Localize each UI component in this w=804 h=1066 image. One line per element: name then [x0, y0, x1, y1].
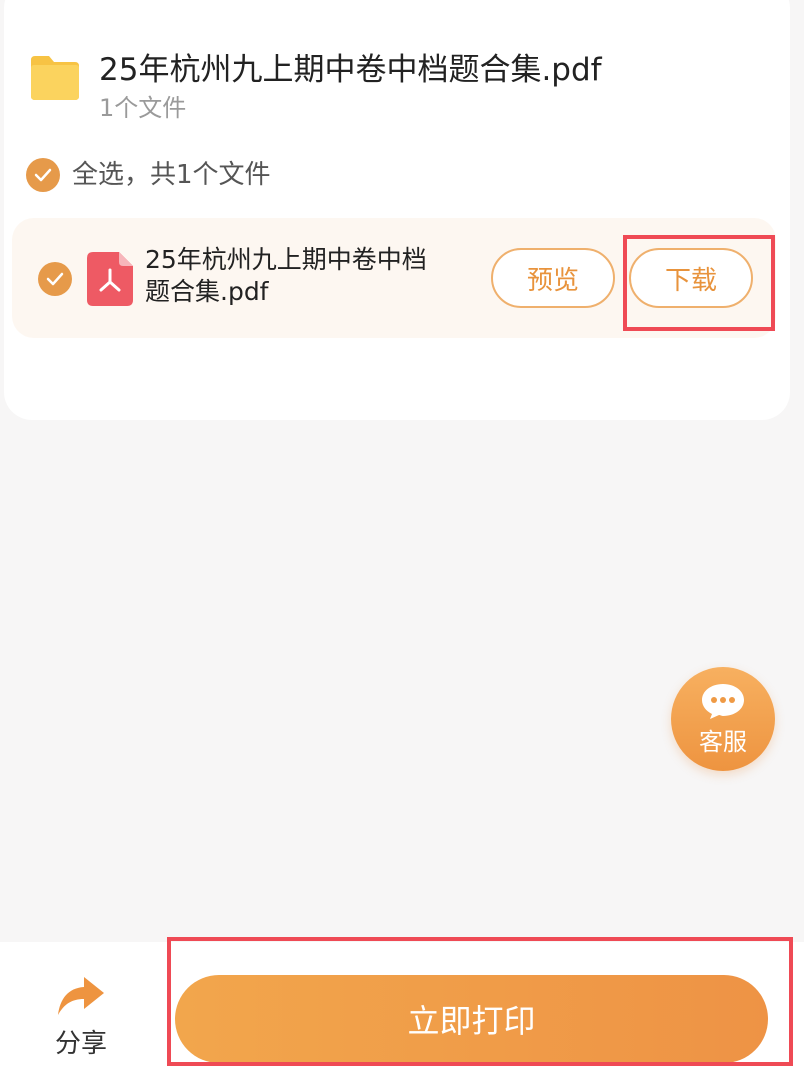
check-icon	[34, 168, 52, 182]
print-highlight-box	[167, 937, 793, 1066]
share-button[interactable]: 分享	[40, 975, 122, 1060]
select-all-checkbox[interactable]	[26, 158, 60, 192]
file-checkbox[interactable]	[38, 262, 72, 296]
folder-icon	[27, 52, 83, 104]
share-label: 分享	[54, 1029, 107, 1059]
share-arrow-icon	[58, 977, 104, 1015]
customer-service-label: 客服	[699, 727, 747, 756]
folder-title: 25年杭州九上期中卷中档题合集.pdf	[99, 52, 602, 88]
chat-bubble-icon	[702, 683, 744, 719]
select-all-label[interactable]: 全选，共1个文件	[72, 158, 271, 192]
customer-service-button[interactable]: 客服	[671, 667, 775, 771]
preview-button[interactable]: 预览	[491, 248, 615, 308]
file-name: 25年杭州九上期中卷中档题合集.pdf	[145, 245, 427, 306]
check-icon	[46, 272, 64, 286]
pdf-icon	[87, 252, 133, 306]
file-count: 1个文件	[99, 94, 187, 122]
download-highlight-box	[623, 235, 775, 331]
